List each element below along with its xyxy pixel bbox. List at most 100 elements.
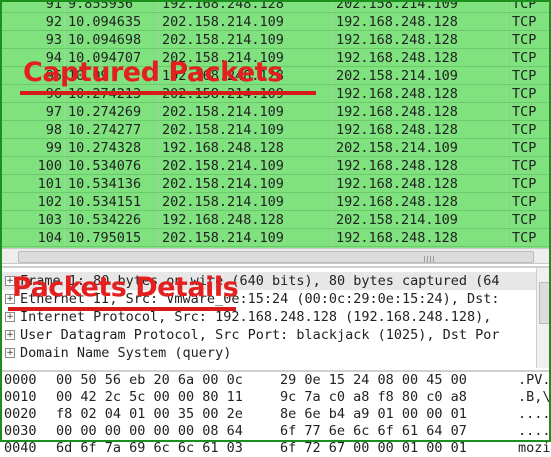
packet-time: 10.534151 bbox=[68, 194, 142, 210]
packet-destination: 192.168.248.128 bbox=[336, 50, 458, 66]
packet-number: 99 bbox=[45, 140, 62, 156]
packet-destination: 192.168.248.128 bbox=[336, 86, 458, 102]
packet-time: 10.094698 bbox=[68, 32, 142, 48]
packet-number: 92 bbox=[45, 14, 62, 30]
hex-ascii: mozi bbox=[518, 440, 551, 456]
packet-row[interactable]: 93 10.094698 202.158.214.109 192.168.248.12… bbox=[0, 31, 551, 49]
packet-number: 102 bbox=[37, 194, 62, 210]
packet-protocol: TCP bbox=[512, 140, 537, 156]
hex-bytes-first: 00 42 2c 5c 00 00 80 11 bbox=[56, 389, 243, 405]
scrollbar-grip-icon bbox=[424, 256, 434, 262]
packet-list-pane[interactable]: 91 9.855936 192.168.248.128 202.158.214.109… bbox=[0, 0, 551, 248]
expand-plus-icon[interactable]: + bbox=[5, 348, 15, 358]
packet-row[interactable]: 101 10.534136 202.158.214.109 192.168.248.1… bbox=[0, 175, 551, 193]
packet-row[interactable]: 92 10.094635 202.158.214.109 192.168.248.12… bbox=[0, 13, 551, 31]
hex-bytes-second: 9c 7a c0 a8 f8 80 c0 a8 bbox=[280, 389, 467, 405]
hex-bytes-first: 00 00 00 00 00 00 08 64 bbox=[56, 423, 243, 439]
packet-destination: 192.168.248.128 bbox=[336, 122, 458, 138]
hex-ascii: .PV. bbox=[518, 372, 551, 388]
packet-source: 192.168.248.128 bbox=[162, 140, 284, 156]
details-vertical-scrollbar[interactable] bbox=[536, 268, 551, 368]
packet-number: 98 bbox=[45, 122, 62, 138]
scrollbar-thumb[interactable] bbox=[539, 282, 551, 324]
detail-text: User Datagram Protocol, Src Port: blackj… bbox=[20, 327, 500, 343]
packet-protocol: TCP bbox=[512, 86, 537, 102]
packet-source: 202.158.214.109 bbox=[162, 194, 284, 210]
packet-protocol: TCP bbox=[512, 176, 537, 192]
packet-destination: 192.168.248.128 bbox=[336, 104, 458, 120]
hex-row[interactable]: 0040 6d 6f 7a 69 6c 6c 61 03 6f 72 67 00 0… bbox=[0, 440, 551, 457]
packet-protocol: TCP bbox=[512, 194, 537, 210]
packet-destination: 192.168.248.128 bbox=[336, 158, 458, 174]
packet-destination: 192.168.248.128 bbox=[336, 230, 458, 246]
scrollbar-thumb[interactable] bbox=[18, 251, 534, 263]
packet-row[interactable]: 102 10.534151 202.158.214.109 192.168.248.1… bbox=[0, 193, 551, 211]
packet-protocol: TCP bbox=[512, 14, 537, 30]
hex-row[interactable]: 0020 f8 02 04 01 00 35 00 2e 8e 6e b4 a9 0… bbox=[0, 406, 551, 423]
hex-row[interactable]: 0010 00 42 2c 5c 00 00 80 11 9c 7a c0 a8 f… bbox=[0, 389, 551, 406]
packet-number: 97 bbox=[45, 104, 62, 120]
packet-source: 202.158.214.109 bbox=[162, 14, 284, 30]
packet-destination: 192.168.248.128 bbox=[336, 194, 458, 210]
packet-destination: 202.158.214.109 bbox=[336, 0, 458, 12]
packet-destination: 202.158.214.109 bbox=[336, 140, 458, 156]
packet-protocol: TCP bbox=[512, 212, 537, 228]
packet-row[interactable]: 100 10.534076 202.158.214.109 192.168.248.1… bbox=[0, 157, 551, 175]
packet-source: 202.158.214.109 bbox=[162, 104, 284, 120]
hex-ascii: .... bbox=[518, 406, 551, 422]
hex-offset: 0020 bbox=[4, 406, 37, 422]
hex-bytes-first: f8 02 04 01 00 35 00 2e bbox=[56, 406, 243, 422]
hex-bytes-second: 6f 72 67 00 00 01 00 01 bbox=[280, 440, 467, 456]
captured-packets-underline bbox=[20, 91, 316, 95]
packet-time: 9.855936 bbox=[68, 0, 134, 12]
packet-row[interactable]: 104 10.795015 202.158.214.109 192.168.248.1… bbox=[0, 229, 551, 247]
packet-protocol: TCP bbox=[512, 32, 537, 48]
packet-destination: 202.158.214.109 bbox=[336, 212, 458, 228]
packet-row[interactable]: 91 9.855936 192.168.248.128 202.158.214.109… bbox=[0, 0, 551, 13]
packet-row[interactable]: 103 10.534226 192.168.248.128 202.158.214.1… bbox=[0, 211, 551, 229]
packet-destination: 192.168.248.128 bbox=[336, 14, 458, 30]
hex-bytes-first: 00 50 56 eb 20 6a 00 0c bbox=[56, 372, 243, 388]
packet-list-horizontal-scrollbar[interactable] bbox=[0, 248, 551, 264]
packet-number: 101 bbox=[37, 176, 62, 192]
captured-packets-annotation: Captured Packets bbox=[23, 57, 283, 88]
packet-destination: 192.168.248.128 bbox=[336, 32, 458, 48]
packet-number: 91 bbox=[45, 0, 62, 12]
hex-row[interactable]: 0000 00 50 56 eb 20 6a 00 0c 29 0e 15 24 0… bbox=[0, 372, 551, 389]
hex-row[interactable]: 0030 00 00 00 00 00 00 08 64 6f 77 6e 6c 6… bbox=[0, 423, 551, 440]
packet-time: 10.274269 bbox=[68, 104, 142, 120]
packet-time: 10.534076 bbox=[68, 158, 142, 174]
expand-plus-icon[interactable]: + bbox=[5, 330, 15, 340]
packet-source: 202.158.214.109 bbox=[162, 122, 284, 138]
packet-row[interactable]: 99 10.274328 192.168.248.128 202.158.214.10… bbox=[0, 139, 551, 157]
packet-number: 104 bbox=[37, 230, 62, 246]
hex-ascii: .... bbox=[518, 423, 551, 439]
packet-time: 10.534136 bbox=[68, 176, 142, 192]
packet-time: 10.795015 bbox=[68, 230, 142, 246]
packets-details-annotation: Packets Details bbox=[12, 272, 239, 303]
hex-bytes-second: 8e 6e b4 a9 01 00 00 01 bbox=[280, 406, 467, 422]
packet-source: 192.168.248.128 bbox=[162, 212, 284, 228]
hex-offset: 0030 bbox=[4, 423, 37, 439]
detail-text: Domain Name System (query) bbox=[20, 345, 232, 361]
packet-row[interactable]: 97 10.274269 202.158.214.109 192.168.248.12… bbox=[0, 103, 551, 121]
packet-protocol: TCP bbox=[512, 158, 537, 174]
packet-source: 202.158.214.109 bbox=[162, 230, 284, 246]
hex-offset: 0010 bbox=[4, 389, 37, 405]
packet-time: 10.274328 bbox=[68, 140, 142, 156]
packet-time: 10.094635 bbox=[68, 14, 142, 30]
packet-source: 202.158.214.109 bbox=[162, 176, 284, 192]
packet-protocol: TCP bbox=[512, 68, 537, 84]
packets-details-underline bbox=[8, 307, 236, 311]
packet-number: 93 bbox=[45, 32, 62, 48]
packet-bytes-pane[interactable]: 0000 00 50 56 eb 20 6a 00 0c 29 0e 15 24 0… bbox=[0, 370, 551, 456]
packet-protocol: TCP bbox=[512, 122, 537, 138]
packet-destination: 192.168.248.128 bbox=[336, 176, 458, 192]
detail-tree-item[interactable]: + User Datagram Protocol, Src Port: black… bbox=[0, 326, 551, 344]
detail-tree-item[interactable]: + Domain Name System (query) bbox=[0, 344, 551, 362]
hex-bytes-first: 6d 6f 7a 69 6c 6c 61 03 bbox=[56, 440, 243, 456]
expand-plus-icon[interactable]: + bbox=[5, 312, 15, 322]
packet-row[interactable]: 98 10.274277 202.158.214.109 192.168.248.12… bbox=[0, 121, 551, 139]
packet-protocol: TCP bbox=[512, 104, 537, 120]
hex-ascii: .B,\ bbox=[518, 389, 551, 405]
